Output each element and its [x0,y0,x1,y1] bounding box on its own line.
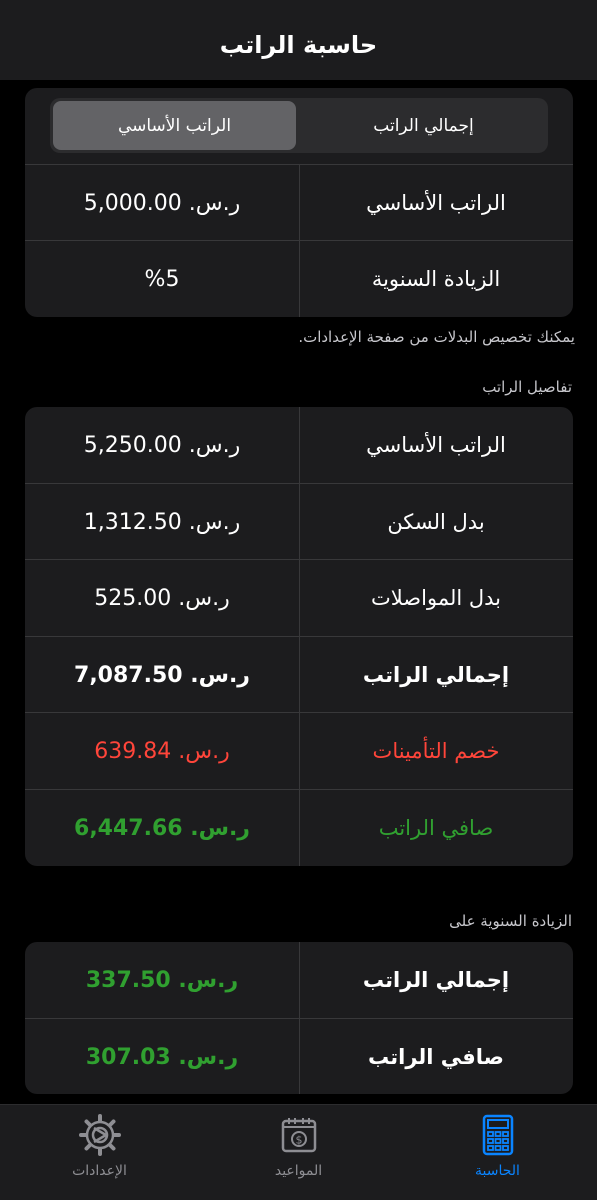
row-value: ر.س. 307.03 [85,1044,239,1070]
tab-calculator[interactable]: الحاسبة [398,1113,597,1193]
calculator-icon [482,1114,513,1156]
row-value: ر.س. 639.84 [94,738,230,764]
tab-settings[interactable]: الإعدادات [0,1113,199,1193]
allowances-footnote: يمكنك تخصيص البدلات من صفحة الإعدادات. [298,328,575,346]
table-row: إجمالي الراتب ر.س. 7,087.50 [25,637,573,713]
segment-base-salary[interactable]: الراتب الأساسي [53,101,296,150]
row-value: ر.س. 6,447.66 [74,815,250,841]
tab-bar: الإعدادات $ المواعيد الحاسبة [0,1104,597,1200]
row-value: ر.س. 525.00 [94,585,230,611]
row-label: صافي الراتب [378,816,494,840]
row-label: صافي الراتب [368,1045,504,1069]
salary-type-segmented-control: الراتب الأساسي إجمالي الراتب [50,98,548,153]
nav-bar: حاسبة الراتب [0,0,597,80]
annual-increase-card: إجمالي الراتب ر.س. 337.50 صافي الراتب ر.… [25,942,573,1094]
row-label: إجمالي الراتب [362,968,510,992]
tab-label: المواعيد [274,1163,323,1179]
row-label: الراتب الأساسي [366,433,506,457]
table-row: خصم التأمينات ر.س. 639.84 [25,713,573,789]
salary-details-card: الراتب الأساسي ر.س. 5,250.00 بدل السكن ر… [25,407,573,866]
row-label: بدل السكن [387,510,485,534]
table-row: بدل السكن ر.س. 1,312.50 [25,484,573,560]
table-row: إجمالي الراتب ر.س. 337.50 [25,942,573,1018]
row-value: ر.س. 337.50 [85,967,239,993]
input-card: الراتب الأساسي إجمالي الراتب الراتب الأس… [25,88,573,317]
tab-label: الحاسبة [475,1163,520,1179]
row-value: ر.س. 7,087.50 [74,662,250,688]
row-value: ر.س. 1,312.50 [83,509,241,535]
table-row: بدل المواصلات ر.س. 525.00 [25,560,573,636]
svg-text:$: $ [295,1134,302,1147]
details-section-header: تفاصيل الراتب [482,378,572,396]
base-salary-input[interactable]: ر.س. 5,000.00 [25,165,299,241]
gear-icon [78,1114,121,1156]
page-title: حاسبة الراتب [219,31,378,59]
row-label: الزيادة السنوية [371,267,501,291]
annual-increase-input-row[interactable]: الزيادة السنوية %5 [25,241,573,317]
table-row: الراتب الأساسي ر.س. 5,250.00 [25,407,573,483]
tab-label: الإعدادات [72,1163,127,1179]
base-salary-input-row[interactable]: الراتب الأساسي ر.س. 5,000.00 [25,165,573,241]
segment-gross-salary[interactable]: إجمالي الراتب [302,101,545,150]
increase-section-header: الزيادة السنوية على [449,912,572,930]
row-label: خصم التأمينات [372,739,500,763]
row-label: الراتب الأساسي [366,191,506,215]
annual-increase-input[interactable]: %5 [25,241,299,317]
tab-appointments[interactable]: $ المواعيد [199,1113,398,1193]
calendar-dollar-icon: $ [281,1118,316,1153]
row-value: ر.س. 5,250.00 [83,432,241,458]
row-label: إجمالي الراتب [362,663,510,687]
table-row: صافي الراتب ر.س. 6,447.66 [25,790,573,866]
row-label: بدل المواصلات [371,586,501,610]
table-row: صافي الراتب ر.س. 307.03 [25,1019,573,1094]
